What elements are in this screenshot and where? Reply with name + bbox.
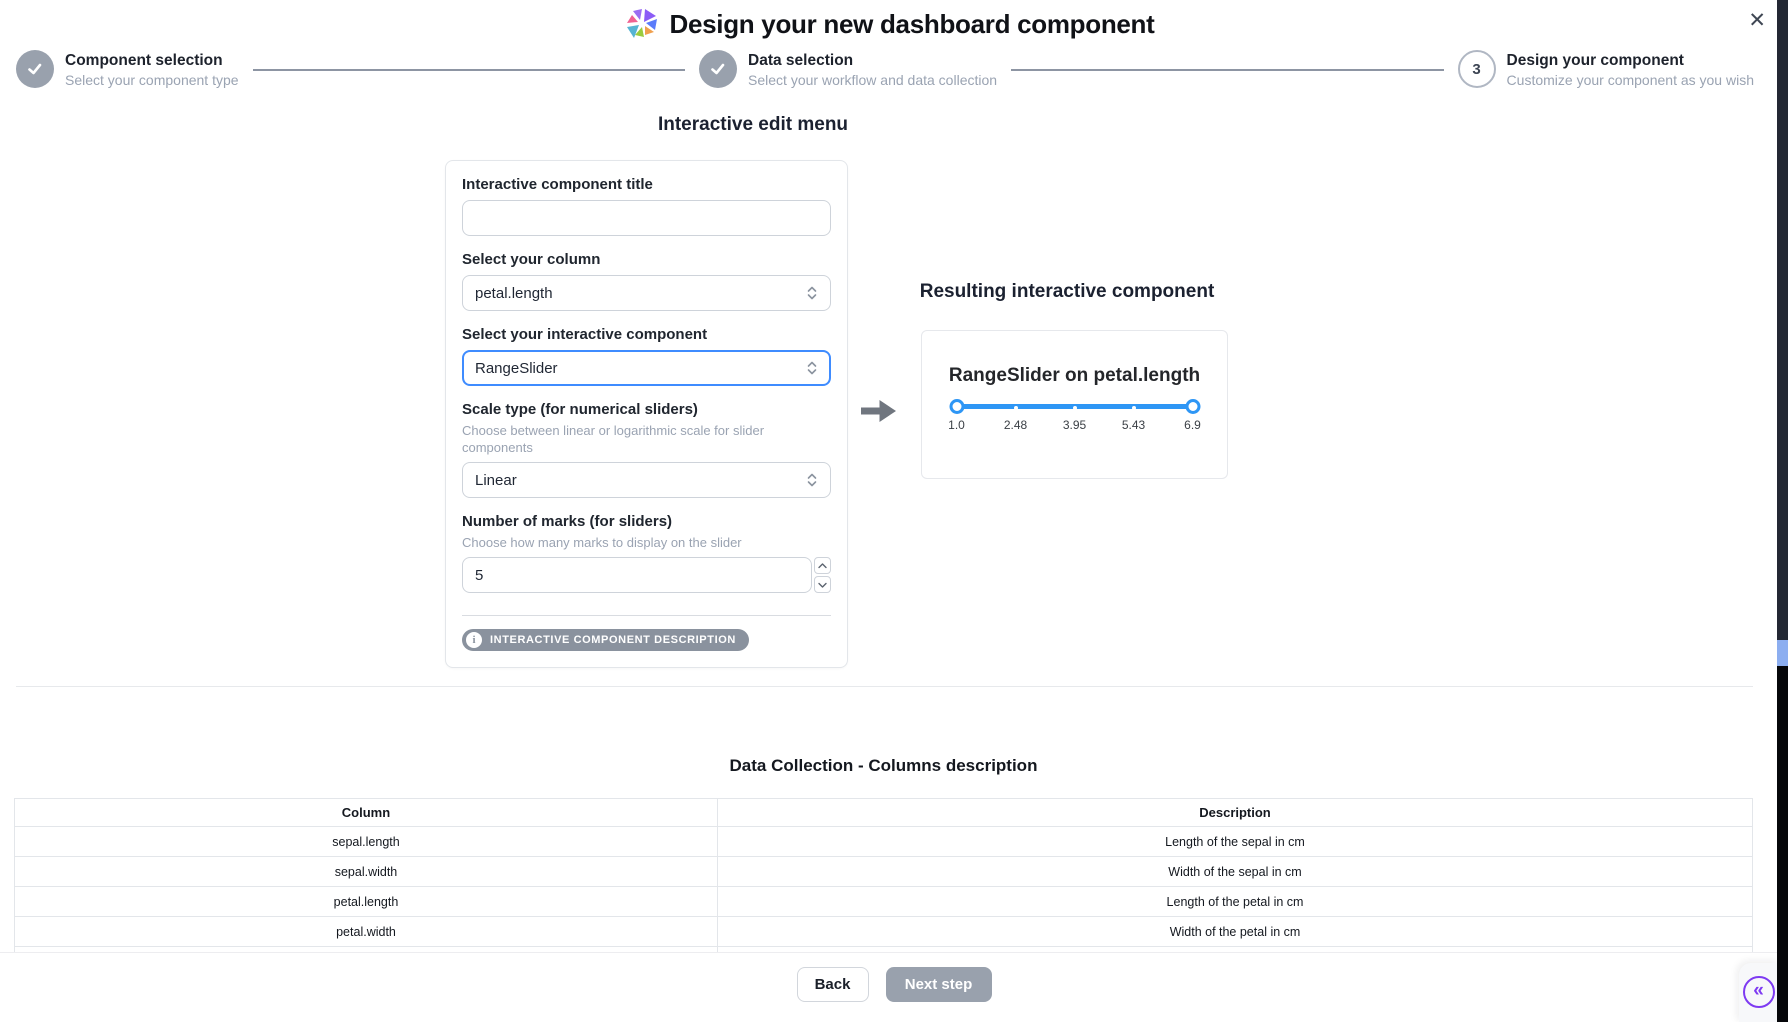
slider-mark-label: 1.0 <box>948 418 965 432</box>
table-row: sepal.width Width of the sepal in cm <box>15 857 1753 887</box>
slider-handle-max[interactable] <box>1185 399 1200 414</box>
title-field-label: Interactive component title <box>462 175 831 194</box>
scale-type-select[interactable]: Linear <box>462 462 831 498</box>
preview-card: RangeSlider on petal.length 1.0 2.48 3.9… <box>921 330 1228 479</box>
table-row: petal.width Width of the petal in cm <box>15 917 1753 947</box>
range-slider[interactable] <box>957 399 1193 414</box>
modal-title: Design your new dashboard component <box>670 9 1155 40</box>
table-section-title: Data Collection - Columns description <box>14 756 1753 776</box>
column-cell: petal.width <box>15 917 718 947</box>
section-divider <box>16 686 1753 687</box>
column-select[interactable]: petal.length <box>462 275 831 311</box>
edit-menu-heading: Interactive edit menu <box>553 114 953 136</box>
close-icon[interactable]: ✕ <box>1748 10 1766 31</box>
back-button[interactable]: Back <box>797 967 869 1002</box>
description-cell: Width of the sepal in cm <box>718 857 1753 887</box>
step3-title: Design your component <box>1507 50 1754 71</box>
pinwheel-logo-icon <box>624 6 660 42</box>
column-cell: sepal.length <box>15 827 718 857</box>
table-header-row: Column Description <box>15 799 1753 827</box>
number-stepper <box>814 557 831 593</box>
right-arrow-icon <box>858 395 900 427</box>
description-header: Description <box>718 799 1753 827</box>
step3-subtitle: Customize your component as you wish <box>1507 71 1754 90</box>
columns-description-table: Column Description sepal.length Length o… <box>14 798 1753 977</box>
description-cell: Width of the petal in cm <box>718 917 1753 947</box>
preview-heading: Resulting interactive component <box>867 281 1267 303</box>
component-field-label: Select your interactive component <box>462 325 831 344</box>
column-cell: petal.length <box>15 887 718 917</box>
stepper-up-button[interactable] <box>814 557 831 574</box>
table-row: sepal.length Length of the sepal in cm <box>15 827 1753 857</box>
step-design-component[interactable]: 3 Design your component Customize your c… <box>1458 50 1754 90</box>
slider-mark-label: 2.48 <box>1004 418 1027 432</box>
modal-header: Design your new dashboard component <box>0 6 1778 42</box>
step-component-selection[interactable]: Component selection Select your componen… <box>16 50 239 90</box>
component-title-input[interactable] <box>462 200 831 236</box>
next-step-button[interactable]: Next step <box>886 967 992 1002</box>
step1-subtitle: Select your component type <box>65 71 239 90</box>
column-field-label: Select your column <box>462 250 831 269</box>
badge-label: INTERACTIVE COMPONENT DESCRIPTION <box>490 634 736 646</box>
unfold-icon <box>806 285 818 301</box>
stepper-down-button[interactable] <box>814 576 831 593</box>
scrollbar-track-lower <box>1777 666 1788 1022</box>
collapse-chevrons-icon[interactable]: « <box>1743 976 1775 1008</box>
unfold-icon <box>806 360 818 376</box>
column-header: Column <box>15 799 718 827</box>
description-cell: Length of the petal in cm <box>718 887 1753 917</box>
slider-mark-label: 6.9 <box>1184 418 1201 432</box>
scale-field-label: Scale type (for numerical sliders) <box>462 400 831 419</box>
stepper-connector <box>253 69 685 71</box>
info-icon: i <box>466 632 482 648</box>
wizard-footer: Back Next step <box>0 952 1788 1022</box>
step2-check-icon <box>699 50 737 88</box>
slider-mark-dot <box>1132 406 1136 410</box>
stepper-connector <box>1011 69 1443 71</box>
wizard-stepper: Component selection Select your componen… <box>16 50 1754 90</box>
marks-field-label: Number of marks (for sliders) <box>462 512 831 531</box>
step-data-selection[interactable]: Data selection Select your workflow and … <box>699 50 997 90</box>
scale-type-select-value: Linear <box>475 472 517 489</box>
scrollbar-thumb[interactable] <box>1777 640 1788 666</box>
marks-number-input[interactable]: 5 <box>462 557 812 593</box>
rangeslider-title: RangeSlider on petal.length <box>922 365 1227 387</box>
card-divider <box>462 615 831 616</box>
step2-title: Data selection <box>748 50 997 71</box>
step1-check-icon <box>16 50 54 88</box>
scale-field-hint: Choose between linear or logarithmic sca… <box>462 422 831 456</box>
slider-mark-label: 5.43 <box>1122 418 1145 432</box>
step1-title: Component selection <box>65 50 239 71</box>
corner-panel: « <box>1739 963 1778 1022</box>
slider-mark-label: 3.95 <box>1063 418 1086 432</box>
slider-handle-min[interactable] <box>949 399 964 414</box>
marks-field-hint: Choose how many marks to display on the … <box>462 534 831 551</box>
scrollbar[interactable] <box>1777 0 1788 1022</box>
slider-mark-dot <box>1014 406 1018 410</box>
description-cell: Length of the sepal in cm <box>718 827 1753 857</box>
table-row: petal.length Length of the petal in cm <box>15 887 1753 917</box>
edit-menu-card: Interactive component title Select your … <box>445 160 848 668</box>
column-select-value: petal.length <box>475 285 553 302</box>
interactive-component-select-value: RangeSlider <box>475 360 558 377</box>
dashboard-wizard-modal: Design your new dashboard component ✕ Co… <box>0 0 1788 1022</box>
interactive-component-select[interactable]: RangeSlider <box>462 350 831 386</box>
column-cell: sepal.width <box>15 857 718 887</box>
slider-mark-labels: 1.0 2.48 3.95 5.43 6.9 <box>957 418 1193 433</box>
slider-mark-dot <box>1073 406 1077 410</box>
step3-number-badge: 3 <box>1458 50 1496 88</box>
unfold-icon <box>806 472 818 488</box>
step2-subtitle: Select your workflow and data collection <box>748 71 997 90</box>
component-description-badge[interactable]: i INTERACTIVE COMPONENT DESCRIPTION <box>462 629 749 651</box>
